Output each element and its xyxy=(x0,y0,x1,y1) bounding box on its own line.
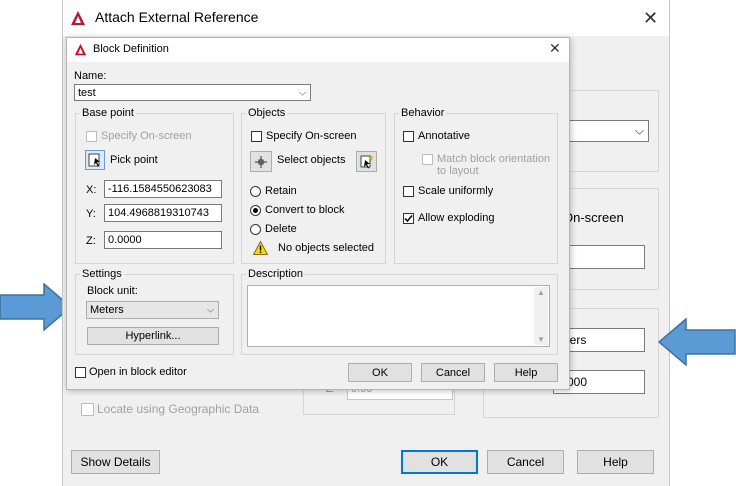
select-objects-label: Select objects xyxy=(277,154,346,166)
outer-onscreen-label: On-screen xyxy=(563,210,624,225)
autocad-logo-icon xyxy=(74,43,87,56)
allow-exploding-checkbox[interactable] xyxy=(403,213,414,224)
outer-help-button[interactable]: Help xyxy=(577,450,654,474)
open-in-editor-checkbox[interactable] xyxy=(75,367,86,378)
convert-label: Convert to block xyxy=(265,204,345,216)
annotative-checkbox[interactable] xyxy=(403,131,414,142)
show-details-button[interactable]: Show Details xyxy=(71,450,160,474)
bp-specify-onscreen-checkbox[interactable] xyxy=(86,131,97,142)
inner-cancel-button[interactable]: Cancel xyxy=(421,363,485,382)
x-label: X: xyxy=(86,184,97,196)
block-unit-value: Meters xyxy=(90,304,124,316)
scroll-up-icon[interactable]: ▲ xyxy=(537,288,545,297)
inner-titlebar: Block Definition ✕ xyxy=(67,38,569,62)
to-layout-label: to layout xyxy=(437,165,479,177)
locate-geo-label: Locate using Geographic Data xyxy=(97,402,260,416)
name-label: Name: xyxy=(74,70,107,82)
outer-titlebar: Attach External Reference ✕ xyxy=(63,0,669,36)
scroll-down-icon[interactable]: ▼ xyxy=(537,335,545,344)
outer-ok-button[interactable]: OK xyxy=(401,450,478,474)
block-unit-label: Block unit: xyxy=(87,285,138,297)
block-unit-select[interactable]: Meters ⌵ xyxy=(86,301,219,319)
autocad-logo-icon xyxy=(71,11,85,25)
annotative-label: Annotative xyxy=(418,130,470,142)
pick-point-icon[interactable] xyxy=(85,150,105,170)
bp-specify-onscreen-label: Specify On-screen xyxy=(101,130,192,142)
open-in-editor-label: Open in block editor xyxy=(89,366,187,378)
warning-icon xyxy=(253,241,268,255)
obj-specify-onscreen-checkbox[interactable] xyxy=(251,131,262,142)
chevron-down-icon: ⌵ xyxy=(299,87,306,97)
z-input[interactable]: 0.0000 xyxy=(104,231,222,249)
objects-status: No objects selected xyxy=(278,242,374,254)
match-orientation-checkbox[interactable] xyxy=(422,154,433,165)
inner-title: Block Definition xyxy=(93,43,169,55)
locate-geo-checkbox[interactable] xyxy=(81,403,94,416)
radio-selected-dot xyxy=(253,208,258,213)
match-orientation-label: Match block orientation xyxy=(437,153,551,165)
right-arrow-annotation xyxy=(658,318,736,366)
description-title: Description xyxy=(246,268,306,280)
delete-radio[interactable] xyxy=(250,224,261,235)
y-input[interactable]: 104.4968819310743 xyxy=(104,204,222,222)
settings-title: Settings xyxy=(80,268,124,280)
inner-help-button[interactable]: Help xyxy=(494,363,558,382)
outer-cancel-button[interactable]: Cancel xyxy=(487,450,564,474)
x-input[interactable]: -116.1584550623083 xyxy=(104,180,222,198)
hyperlink-button[interactable]: Hyperlink... xyxy=(87,327,219,345)
scale-uniformly-label: Scale uniformly xyxy=(418,185,494,197)
name-combo-value: test xyxy=(78,86,96,99)
scale-uniformly-checkbox[interactable] xyxy=(403,186,414,197)
select-objects-icon[interactable] xyxy=(250,151,272,172)
objects-title: Objects xyxy=(246,107,288,119)
base-point-title: Base point xyxy=(80,107,136,119)
chevron-down-icon: ⌵ xyxy=(207,304,214,315)
block-definition-dialog: Block Definition ✕ Name: test ⌵ Base poi… xyxy=(66,37,570,390)
inner-close-icon[interactable]: ✕ xyxy=(549,40,561,57)
description-scrollbar[interactable]: ▲ ▼ xyxy=(534,287,548,345)
checkmark-icon xyxy=(404,215,413,223)
convert-radio[interactable] xyxy=(250,205,261,216)
quick-select-icon[interactable] xyxy=(356,151,377,172)
delete-label: Delete xyxy=(265,223,297,235)
retain-radio[interactable] xyxy=(250,186,261,197)
name-combo[interactable]: test ⌵ xyxy=(74,84,311,101)
outer-title: Attach External Reference xyxy=(95,9,259,25)
inner-ok-button[interactable]: OK xyxy=(348,363,412,382)
y-label: Y: xyxy=(86,208,96,220)
z-label: Z: xyxy=(86,235,96,247)
pick-point-label: Pick point xyxy=(110,154,158,166)
behavior-title: Behavior xyxy=(399,107,447,119)
outer-close-icon[interactable]: ✕ xyxy=(643,9,658,27)
allow-exploding-label: Allow exploding xyxy=(418,212,495,224)
description-textarea[interactable]: ▲ ▼ xyxy=(247,285,550,347)
obj-specify-onscreen-label: Specify On-screen xyxy=(266,130,357,142)
retain-label: Retain xyxy=(265,185,297,197)
chevron-down-icon: ⌵ xyxy=(634,123,644,138)
